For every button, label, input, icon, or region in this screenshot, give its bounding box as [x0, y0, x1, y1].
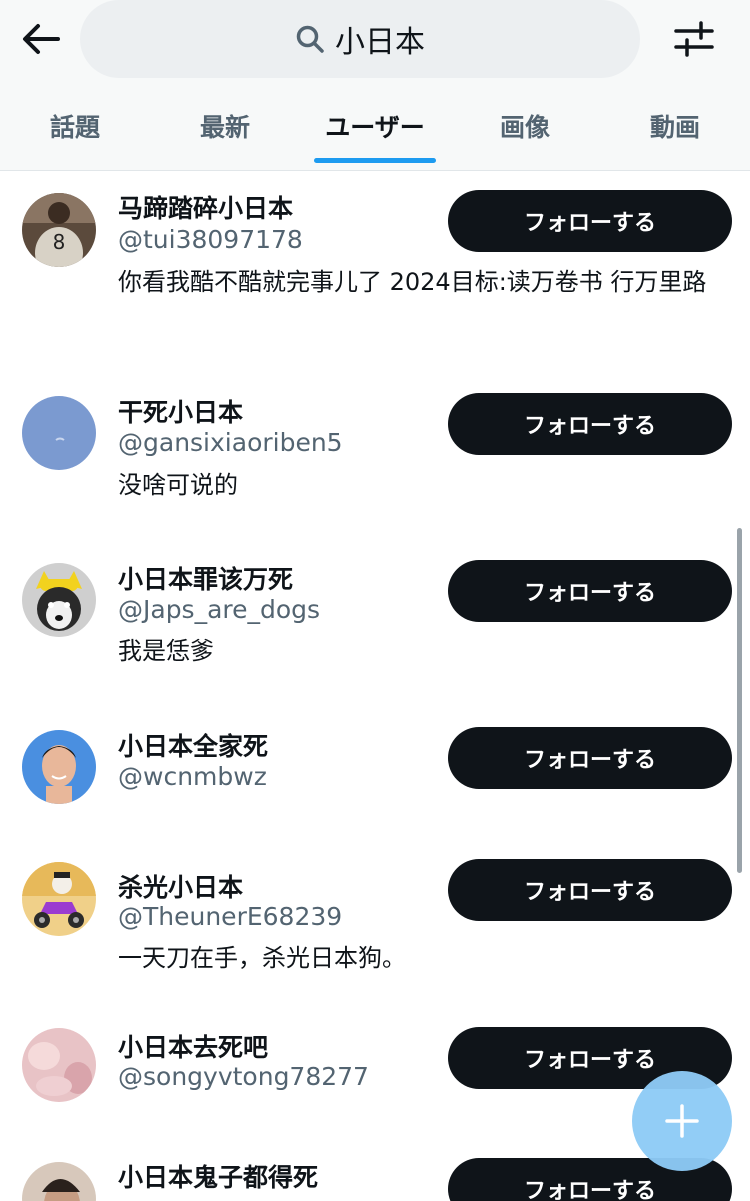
- user-handle: @TheunerE68239: [118, 902, 343, 931]
- follow-button[interactable]: フォローする: [448, 859, 732, 921]
- search-tabs: 話題 最新 ユーザー 画像 動画: [0, 90, 750, 170]
- tab-latest[interactable]: 最新: [150, 90, 300, 162]
- display-name[interactable]: 杀光小日本: [118, 868, 243, 904]
- avatar[interactable]: [22, 563, 96, 637]
- avatar[interactable]: [22, 1028, 96, 1102]
- avatar[interactable]: [22, 862, 96, 936]
- tab-videos[interactable]: 動画: [600, 90, 750, 162]
- tab-topics[interactable]: 話題: [0, 90, 150, 162]
- display-name[interactable]: 小日本鬼子都得死: [118, 1158, 318, 1194]
- search-input[interactable]: 小日本: [80, 0, 640, 78]
- follow-button[interactable]: フォローする: [448, 190, 732, 252]
- avatar[interactable]: [22, 1162, 96, 1201]
- user-handle: @Japs_are_dogs: [118, 595, 321, 624]
- back-button[interactable]: [16, 16, 66, 62]
- list-item[interactable]: 小日本全家死 @wcnmbwz フォローする: [0, 708, 750, 848]
- scrollbar[interactable]: [737, 528, 742, 873]
- list-item[interactable]: 杀光小日本 @TheunerE68239 一天刀在手，杀光日本狗。 フォローする: [0, 848, 750, 1008]
- list-item[interactable]: 小日本罪该万死 @Japs_are_dogs 我是恁爹 フォローする: [0, 541, 750, 708]
- user-handle: @tui38097178: [118, 225, 303, 254]
- avatar[interactable]: [22, 730, 96, 804]
- search-header: 小日本 話題 最新 ユーザー 画像 動画: [0, 0, 750, 171]
- user-bio: 一天刀在手，杀光日本狗。: [118, 944, 406, 972]
- avatar[interactable]: [22, 396, 96, 470]
- follow-button[interactable]: フォローする: [448, 727, 732, 789]
- tab-images[interactable]: 画像: [450, 90, 600, 162]
- follow-button[interactable]: フォローする: [448, 393, 732, 455]
- display-name[interactable]: 干死小日本: [118, 393, 243, 429]
- display-name[interactable]: 马蹄踏碎小日本: [118, 189, 293, 225]
- filter-button[interactable]: [668, 14, 720, 64]
- sliders-icon: [674, 21, 714, 57]
- user-bio: 没啥可说的: [118, 471, 238, 499]
- tab-users[interactable]: ユーザー: [300, 90, 450, 163]
- list-item[interactable]: 干死小日本 @gansixiaoriben5 没啥可说的 フォローする: [0, 371, 750, 541]
- arrow-left-icon: [23, 24, 60, 54]
- search-query: 小日本: [335, 25, 425, 60]
- display-name[interactable]: 小日本全家死: [118, 727, 268, 763]
- svg-text:8: 8: [53, 230, 66, 254]
- list-item[interactable]: 8 马蹄踏碎小日本 @tui38097178 你看我酷不酷就完事儿了 2024目…: [0, 171, 750, 371]
- list-item[interactable]: 小日本鬼子都得死 フォローする: [0, 1148, 750, 1201]
- compose-button[interactable]: [632, 1071, 732, 1171]
- user-bio: 你看我酷不酷就完事儿了 2024目标:读万卷书 行万里路: [118, 268, 707, 296]
- follow-button[interactable]: フォローする: [448, 560, 732, 622]
- display-name[interactable]: 小日本罪该万死: [118, 560, 293, 596]
- plus-icon: [665, 1104, 699, 1138]
- active-tab-indicator: [314, 158, 436, 163]
- user-handle: @gansixiaoriben5: [118, 428, 343, 457]
- user-bio: 我是恁爹: [118, 637, 214, 665]
- search-icon: [296, 25, 324, 53]
- user-handle: @wcnmbwz: [118, 762, 267, 791]
- user-handle: @songyvtong78277: [118, 1062, 369, 1091]
- display-name[interactable]: 小日本去死吧: [118, 1028, 268, 1064]
- avatar[interactable]: 8: [22, 193, 96, 267]
